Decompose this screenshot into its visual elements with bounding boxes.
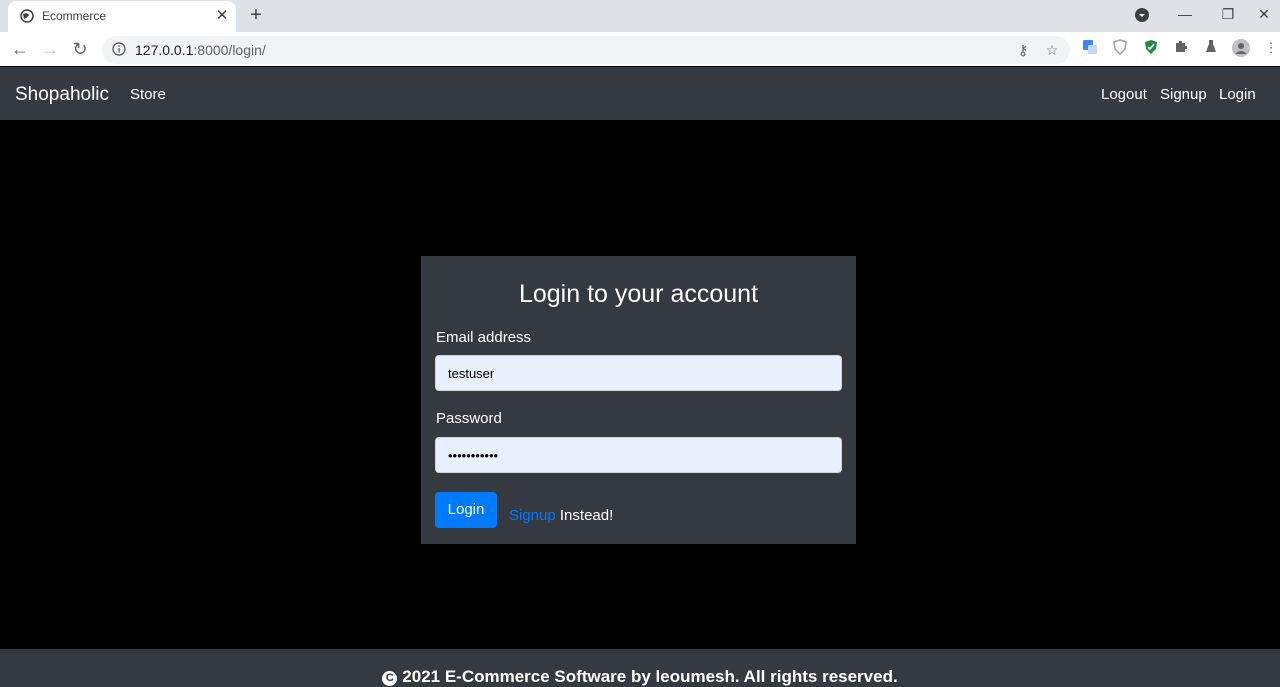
password-value: •••••••••••	[448, 448, 499, 463]
forward-icon[interactable]: →	[38, 37, 62, 61]
email-value: testuser	[448, 366, 495, 381]
footer-text-row: C 2021 E-Commerce Software by leoumesh. A…	[0, 667, 1280, 687]
new-tab-icon[interactable]: +	[246, 5, 266, 25]
restore-icon[interactable]: ❐	[1206, 0, 1250, 30]
browser-chrome: Ecommerce ✕ + — ❐ ✕ ← → ↻ 127.0.0.1:8000…	[0, 0, 1280, 66]
password-label: Password	[436, 410, 502, 427]
site-footer: C 2021 E-Commerce Software by leoumesh. A…	[0, 649, 1280, 687]
brand-link[interactable]: Shopaholic	[15, 84, 109, 106]
footer-text: 2021 E-Commerce Software by leoumesh. Al…	[402, 667, 898, 686]
shield-extension-icon[interactable]	[1111, 39, 1129, 57]
signup-suffix: Instead!	[555, 507, 614, 524]
browser-tab[interactable]: Ecommerce ✕	[8, 1, 236, 32]
address-bar[interactable]: 127.0.0.1:8000/login/ ⚷ ☆	[102, 36, 1070, 64]
nav-store-link[interactable]: Store	[130, 86, 166, 103]
minimize-icon[interactable]: —	[1163, 0, 1207, 30]
tab-strip: Ecommerce ✕ + — ❐ ✕	[0, 0, 1280, 32]
nav-login-link[interactable]: Login	[1219, 86, 1256, 103]
login-submit-button[interactable]: Login	[435, 492, 497, 528]
email-label: Email address	[436, 329, 532, 346]
email-field[interactable]: testuser	[435, 355, 842, 391]
close-tab-icon[interactable]: ✕	[213, 7, 231, 25]
login-heading: Login to your account	[518, 280, 759, 308]
close-window-icon[interactable]: ✕	[1248, 0, 1280, 30]
profile-avatar-icon[interactable]	[1232, 39, 1250, 57]
nav-logout-link[interactable]: Logout	[1101, 86, 1147, 103]
signup-link[interactable]: Signup	[509, 507, 556, 524]
key-icon[interactable]: ⚷	[1014, 41, 1032, 59]
password-field[interactable]: •••••••••••	[435, 437, 842, 473]
site-navbar: Shopaholic Store Logout Signup Login	[0, 67, 1280, 120]
puzzle-extensions-icon[interactable]	[1172, 39, 1190, 57]
url-text: 127.0.0.1:8000/login/	[135, 42, 266, 58]
browser-toolbar: ← → ↻ 127.0.0.1:8000/login/ ⚷ ☆ ⋮	[0, 32, 1280, 66]
back-icon[interactable]: ←	[8, 37, 32, 61]
star-icon[interactable]: ☆	[1043, 41, 1061, 59]
flask-icon[interactable]	[1202, 39, 1220, 57]
translate-extension-icon[interactable]	[1081, 39, 1099, 57]
globe-icon	[20, 9, 34, 23]
tab-search-icon[interactable]	[1120, 0, 1164, 30]
tab-title: Ecommerce	[42, 9, 107, 23]
menu-kebab-icon[interactable]: ⋮	[1262, 39, 1280, 57]
nav-signup-link[interactable]: Signup	[1160, 86, 1207, 103]
copyright-icon: C	[382, 671, 398, 686]
login-card: Login to your account Email address test…	[421, 256, 856, 544]
signup-instead-text: Signup Instead!	[509, 507, 613, 524]
reload-icon[interactable]: ↻	[68, 37, 92, 61]
site-info-icon[interactable]	[112, 42, 126, 56]
adblock-extension-icon[interactable]	[1142, 39, 1160, 57]
